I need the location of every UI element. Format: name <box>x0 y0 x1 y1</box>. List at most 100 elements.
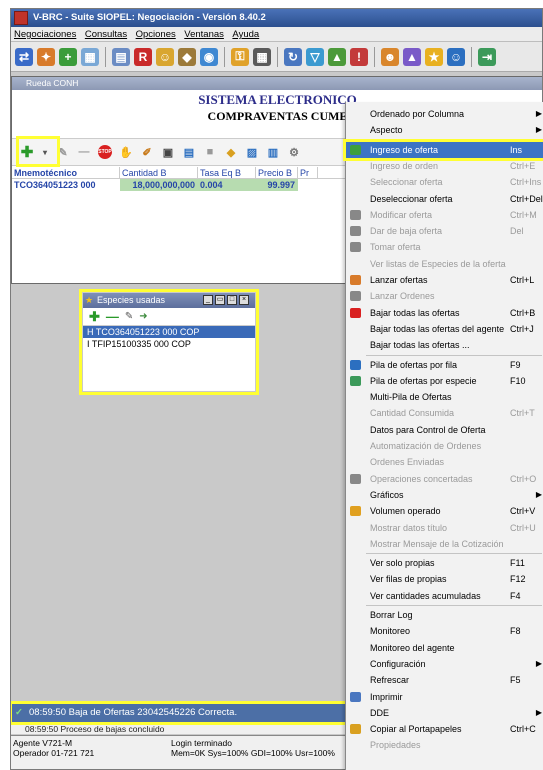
col-mnemonic[interactable]: Mnemotécnico <box>12 167 120 178</box>
volume-icon[interactable]: ◆ <box>224 145 238 159</box>
menu-item-shortcut: Ctrl+Del <box>510 193 543 204</box>
filter-icon[interactable]: ▽ <box>306 47 324 66</box>
menu-item-icon <box>350 209 361 220</box>
chart-icon[interactable]: ▲ <box>328 47 346 66</box>
menu-ayuda[interactable]: Ayuda <box>229 27 262 40</box>
add-icon[interactable]: + <box>59 47 77 66</box>
menu-item-ordenado-por-columna[interactable]: Ordenado por Columna ▶ <box>346 106 543 122</box>
graduation-icon[interactable]: ▲ <box>403 47 421 66</box>
agents-icon[interactable]: ☻ <box>381 47 399 66</box>
menu-item-bajar-todas-las-ofertas[interactable]: Bajar todas las ofertas ... <box>346 337 543 353</box>
box-icon[interactable]: ◆ <box>178 47 196 66</box>
graph-icon[interactable]: ▥ <box>266 145 280 159</box>
square-icon[interactable]: ■ <box>203 145 217 159</box>
menu-item-pila-de-ofertas-por-fila[interactable]: Pila de ofertas por fila F9 <box>346 357 543 373</box>
restore-button[interactable]: ▭ <box>215 295 225 305</box>
alert-icon[interactable]: ! <box>350 47 368 66</box>
cell-cantidad[interactable]: 18,000,000,000 <box>120 179 198 191</box>
memory-label: Mem=0K Sys=100% GDI=100% Usr=100% <box>171 748 335 758</box>
people-icon[interactable]: ☺ <box>447 47 465 66</box>
menu-item-graficos[interactable]: Gráficos ▶ <box>346 487 543 503</box>
menu-item-monitoreo-del-agente[interactable]: Monitoreo del agente <box>346 640 543 656</box>
exit-icon[interactable]: ⇥ <box>478 47 496 66</box>
list-item[interactable]: I TFIP15100335 000 COP <box>83 338 255 350</box>
menu-item-label: Volumen operado <box>370 506 441 517</box>
star-icon[interactable]: ★ <box>425 47 443 66</box>
cell-tasa[interactable]: 0.004 <box>198 179 256 191</box>
toolbar-divider <box>374 46 375 67</box>
menu-item-modificar-oferta: Modificar oferta Ctrl+M <box>346 207 543 223</box>
users-icon[interactable]: ☺ <box>156 47 174 66</box>
calculator-icon[interactable]: ▦ <box>253 47 271 66</box>
lock-icon[interactable]: ⚿ <box>231 47 249 66</box>
submenu-arrow-icon: ▶ <box>535 658 542 668</box>
menu-negociaciones[interactable]: Negociaciones <box>11 27 79 40</box>
menu-item-datos-para-control-de-oferta[interactable]: Datos para Control de Oferta <box>346 422 543 438</box>
list-item[interactable]: H TCO364051223 000 COP <box>83 326 255 338</box>
remove-icon[interactable]: — <box>106 309 119 324</box>
remove-icon[interactable]: — <box>77 145 91 159</box>
menu-item-lanzar-ofertas[interactable]: Lanzar ofertas Ctrl+L <box>346 272 543 288</box>
menu-item-aspecto[interactable]: Aspecto ▶ <box>346 122 543 138</box>
app-logo-icon <box>14 11 28 25</box>
globe-icon[interactable]: ◉ <box>200 47 218 66</box>
menu-ventanas[interactable]: Ventanas <box>181 27 227 40</box>
context-menu: Ordenado por Columna ▶ Aspecto ▶ Ingreso de … <box>343 102 543 770</box>
menu-item-volumen-operado[interactable]: Volumen operado Ctrl+V <box>346 503 543 519</box>
settings-icon[interactable]: ⚙ <box>287 145 301 159</box>
menu-item-shortcut: F5 <box>510 675 521 686</box>
menu-item-label: Operaciones concertadas <box>370 473 473 484</box>
col-pr[interactable]: Pr <box>298 167 318 178</box>
menu-item-configuracion[interactable]: Configuración ▶ <box>346 656 543 672</box>
take-offer-icon[interactable]: ✋ <box>119 145 133 159</box>
menu-item-label: Mostrar datos título <box>370 522 448 533</box>
menu-item-imprimir[interactable]: Imprimir <box>346 689 543 705</box>
menu-item-seleccionar-oferta: Seleccionar oferta Ctrl+Ins <box>346 174 543 190</box>
menu-item-borrar-log[interactable]: Borrar Log <box>346 607 543 623</box>
menu-item-monitoreo[interactable]: Monitoreo F8 <box>346 623 543 639</box>
menu-item-refrescar[interactable]: Refrescar F5 <box>346 672 543 688</box>
minimize-button[interactable]: _ <box>203 295 213 305</box>
col-cantidad[interactable]: Cantidad B <box>120 167 198 178</box>
menu-consultas[interactable]: Consultas <box>82 27 130 40</box>
menu-item-copiar-al-portapapeles[interactable]: Copiar al Portapapeles Ctrl+C <box>346 721 543 737</box>
stop-icon[interactable]: STOP <box>98 145 112 159</box>
submenu-arrow-icon: ▶ <box>535 125 542 135</box>
table-icon[interactable]: ▦ <box>81 47 99 66</box>
cell-mnemonic[interactable]: TCO364051223 000 <box>12 179 120 191</box>
menu-item-shortcut: Del <box>510 226 524 237</box>
report-icon[interactable]: R <box>134 47 152 66</box>
refresh-icon[interactable]: ↻ <box>284 47 302 66</box>
stack-icon[interactable]: ▤ <box>182 145 196 159</box>
submenu-arrow-icon: ▶ <box>535 489 542 499</box>
menu-item-label: Aspecto <box>370 125 403 136</box>
add-icon[interactable]: ✚ <box>89 309 100 325</box>
menu-item-pila-de-ofertas-por-especie[interactable]: Pila de ofertas por especie F10 <box>346 373 543 389</box>
col-precio[interactable]: Precio B <box>256 167 298 178</box>
menu-opciones[interactable]: Opciones <box>133 27 179 40</box>
launch-icon[interactable]: ✐ <box>140 145 154 159</box>
edit-icon[interactable]: ✎ <box>125 311 133 322</box>
move-icon[interactable]: ➜ <box>139 311 147 322</box>
menu-item-label: Cantidad Consumida <box>370 408 455 419</box>
menu-item-bajar-todas-las-ofertas-del-agente[interactable]: Bajar todas las ofertas del agente Ctrl+J <box>346 321 543 337</box>
menu-item-dde[interactable]: DDE ▶ <box>346 705 543 721</box>
maximize-button[interactable]: □ <box>227 295 237 305</box>
col-tasa[interactable]: Tasa Eq B <box>198 167 256 178</box>
menu-item-ver-solo-propias[interactable]: Ver solo propias F11 <box>346 555 543 571</box>
arrows-icon[interactable]: ⇄ <box>15 47 33 66</box>
menu-item-propiedades: Propiedades <box>346 737 543 753</box>
menu-item-multi-pila-de-ofertas[interactable]: Multi-Pila de Ofertas <box>346 389 543 405</box>
menu-item-ver-cantidades-acumuladas[interactable]: Ver cantidades acumuladas F4 <box>346 588 543 604</box>
menu-item-bajar-todas-las-ofertas[interactable]: Bajar todas las ofertas Ctrl+B <box>346 305 543 321</box>
menu-item-deseleccionar-oferta[interactable]: Deseleccionar oferta Ctrl+Del <box>346 191 543 207</box>
save-icon[interactable]: ▣ <box>161 145 175 159</box>
menu-item-label: Imprimir <box>370 691 403 702</box>
image-icon[interactable]: ▨ <box>245 145 259 159</box>
menu-item-ver-filas-de-propias[interactable]: Ver filas de propias F12 <box>346 571 543 587</box>
grid-icon[interactable]: ▤ <box>112 47 130 66</box>
cell-precio[interactable]: 99.997 <box>256 179 298 191</box>
wizard-icon[interactable]: ✦ <box>37 47 55 66</box>
close-button[interactable]: × <box>239 295 249 305</box>
menu-item-label: Deseleccionar oferta <box>370 193 453 204</box>
